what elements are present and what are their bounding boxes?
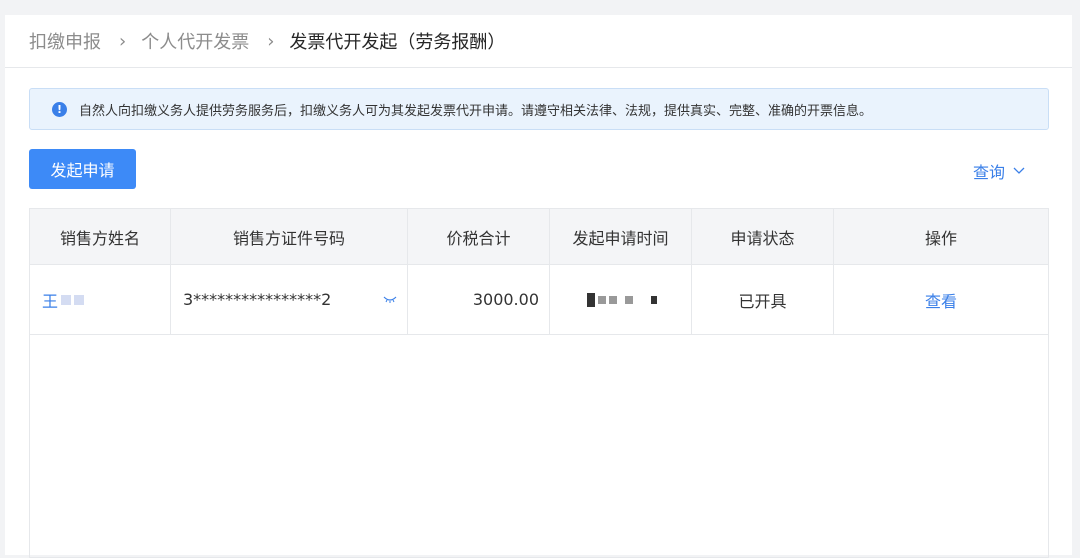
cell-amount: 3000.00 — [408, 265, 550, 334]
redacted-block — [651, 295, 657, 304]
apply-button[interactable]: 发起申请 — [29, 149, 136, 189]
breadcrumb-item-withholding[interactable]: 扣缴申报 — [29, 28, 101, 54]
seller-name-link[interactable]: 王 — [42, 288, 58, 312]
header-amount: 价税合计 — [408, 209, 550, 264]
main-panel: 扣缴申报 › 个人代开发票 › 发票代开发起（劳务报酬） ! 自然人向扣缴义务人… — [5, 15, 1072, 558]
breadcrumb-item-personal-invoice[interactable]: 个人代开发票 — [141, 28, 249, 54]
breadcrumb-separator-icon: › — [119, 30, 127, 52]
cell-apply-time — [550, 265, 692, 334]
redacted-block — [74, 294, 85, 305]
breadcrumb: 扣缴申报 › 个人代开发票 › 发票代开发起（劳务报酬） — [5, 15, 1072, 68]
header-seller-id: 销售方证件号码 — [171, 209, 408, 264]
seller-id-value: 3****************2 — [183, 290, 332, 309]
eye-closed-icon[interactable] — [383, 295, 397, 303]
chevron-down-icon — [1013, 167, 1025, 174]
invoice-table: 销售方姓名 销售方证件号码 价税合计 发起申请时间 申请状态 操作 王 3***… — [29, 208, 1049, 558]
redacted-block — [609, 295, 617, 304]
table-header: 销售方姓名 销售方证件号码 价税合计 发起申请时间 申请状态 操作 — [30, 209, 1048, 265]
redacted-block — [587, 292, 595, 307]
header-action: 操作 — [924, 228, 957, 248]
query-label: 查询 — [973, 163, 1006, 182]
redacted-block — [625, 295, 633, 304]
breadcrumb-separator-icon: › — [267, 30, 275, 52]
breadcrumb-item-current: 发票代开发起（劳务报酬） — [289, 32, 506, 53]
cell-action: 查看 — [834, 265, 1048, 334]
redacted-block — [61, 294, 72, 305]
header-status: 申请状态 — [692, 209, 834, 264]
notice-banner: ! 自然人向扣缴义务人提供劳务服务后，扣缴义务人可为其发起发票代开申请。请遵守相… — [29, 88, 1049, 130]
cell-seller-id: 3****************2 — [171, 265, 408, 334]
header-seller-name: 销售方姓名 — [30, 209, 171, 264]
view-link[interactable]: 查看 — [925, 288, 957, 312]
header-apply-time: 发起申请时间 — [550, 209, 692, 264]
query-toggle[interactable]: 查询 — [973, 159, 1025, 183]
cell-status: 已开具 — [692, 265, 834, 334]
redacted-block — [598, 295, 606, 304]
notice-text: 自然人向扣缴义务人提供劳务服务后，扣缴义务人可为其发起发票代开申请。请遵守相关法… — [79, 103, 873, 119]
info-icon: ! — [52, 101, 67, 117]
table-row: 王 3****************2 3000.00 已开具 查看 — [30, 265, 1048, 335]
cell-seller-name[interactable]: 王 — [30, 265, 171, 334]
